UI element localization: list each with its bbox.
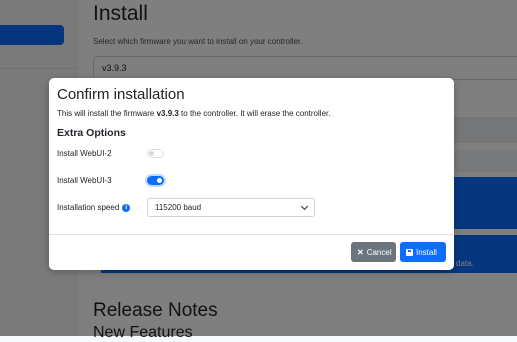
info-icon[interactable]: i <box>122 203 131 212</box>
modal-description: This will install the firmware v3.9.3 to… <box>57 109 330 118</box>
speed-value: 115200 baud <box>155 203 202 212</box>
modal-title: Confirm installation <box>57 86 185 103</box>
chevron-down-icon <box>300 202 309 211</box>
webui2-label: Install WebUI-2 <box>57 149 112 158</box>
webui3-label: Install WebUI-3 <box>57 176 112 185</box>
close-icon: ✕ <box>357 247 364 257</box>
install-button[interactable]: Install <box>400 242 446 262</box>
webui3-toggle[interactable] <box>147 176 164 185</box>
save-icon <box>406 248 413 256</box>
desc-suffix: to the controller. It will erase the con… <box>178 109 331 118</box>
speed-label-text: Installation speed <box>57 203 120 212</box>
webui2-toggle[interactable] <box>147 149 164 158</box>
speed-label: Installation speed i <box>57 203 131 212</box>
cancel-button[interactable]: ✕ Cancel <box>351 242 396 262</box>
speed-select[interactable]: 115200 baud <box>147 198 315 217</box>
desc-prefix: This will install the firmware <box>57 109 157 118</box>
desc-version: v3.9.3 <box>156 109 179 118</box>
extra-options-heading: Extra Options <box>57 127 126 139</box>
install-label: Install <box>416 247 437 257</box>
cancel-label: Cancel <box>366 247 392 257</box>
modal-footer-divider <box>49 234 454 235</box>
confirm-install-modal: Confirm installation This will install t… <box>49 78 454 270</box>
